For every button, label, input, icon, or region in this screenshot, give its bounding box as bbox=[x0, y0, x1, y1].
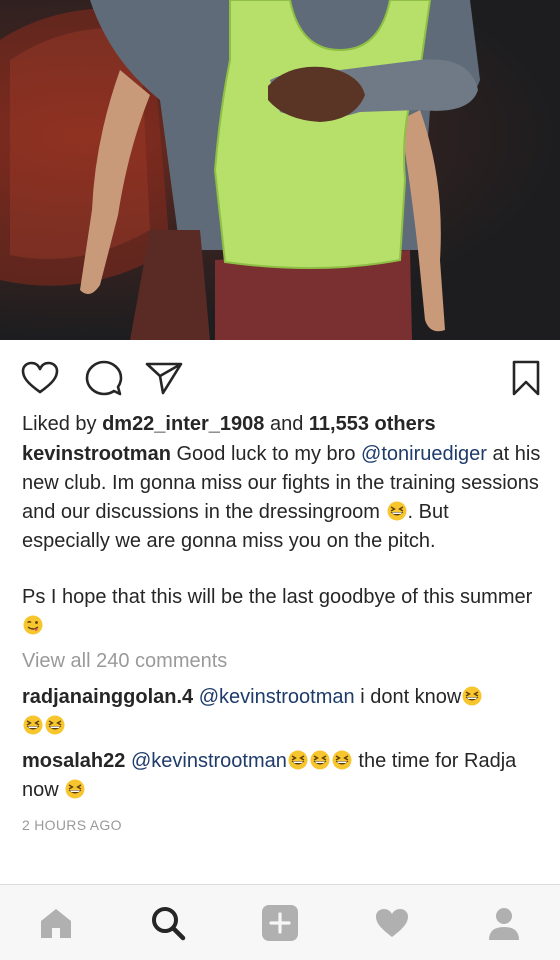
nav-search-button[interactable] bbox=[146, 903, 190, 943]
grinning-squinting-face-emoji bbox=[65, 779, 85, 799]
likes-prefix: Liked by bbox=[22, 413, 103, 435]
bottom-navigation bbox=[0, 884, 560, 960]
grinning-squinting-face-emoji bbox=[23, 715, 43, 735]
comment-button[interactable] bbox=[84, 358, 124, 398]
grinning-squinting-face-emoji bbox=[387, 501, 407, 521]
caption-mention[interactable]: @toniruediger bbox=[361, 443, 487, 465]
share-button[interactable] bbox=[144, 358, 184, 398]
grinning-squinting-face-emoji bbox=[45, 715, 65, 735]
nav-activity-button[interactable] bbox=[370, 903, 414, 943]
grinning-squinting-face-emoji bbox=[462, 686, 482, 706]
likes-conjunction: and bbox=[264, 413, 309, 435]
post-photo-illustration bbox=[0, 0, 480, 340]
winking-tongue-face-emoji bbox=[23, 615, 43, 635]
save-button[interactable] bbox=[506, 358, 546, 398]
comment-item: mosalah22 @kevinstrootman the time for R… bbox=[22, 747, 542, 805]
nav-profile-button[interactable] bbox=[482, 903, 526, 943]
post-details: Liked by dm22_inter_1908 and 11,553 othe… bbox=[22, 410, 542, 840]
comment-username[interactable]: mosalah22 bbox=[22, 750, 125, 772]
comment-text: i dont know bbox=[354, 686, 462, 708]
nav-add-post-button[interactable] bbox=[258, 903, 302, 943]
comment-bubble-icon bbox=[85, 360, 123, 396]
caption-text: Good luck to my bro bbox=[170, 443, 362, 465]
comment-mention[interactable]: @kevinstrootman bbox=[131, 750, 287, 772]
post-photo[interactable] bbox=[0, 0, 560, 340]
search-icon bbox=[152, 907, 186, 941]
caption-username[interactable]: kevinstrootman bbox=[22, 443, 171, 465]
view-all-comments-link[interactable]: View all 240 comments bbox=[22, 647, 542, 677]
comment-username[interactable]: radjanainggolan.4 bbox=[22, 686, 193, 708]
home-icon bbox=[41, 909, 71, 938]
comment-mention[interactable]: @kevinstrootman bbox=[199, 686, 355, 708]
likes-count[interactable]: 11,553 others bbox=[309, 413, 436, 435]
grinning-squinting-face-emoji bbox=[310, 750, 330, 770]
liked-by-username[interactable]: dm22_inter_1908 bbox=[102, 413, 264, 435]
add-post-icon bbox=[262, 905, 298, 941]
like-button[interactable] bbox=[20, 358, 60, 398]
post-caption: kevinstrootman Good luck to my bro @toni… bbox=[22, 440, 542, 641]
post-action-bar bbox=[0, 352, 560, 404]
paper-plane-icon bbox=[145, 362, 183, 395]
bookmark-icon bbox=[512, 360, 540, 396]
heart-outline-icon bbox=[21, 361, 59, 394]
caption-paragraph-gap bbox=[22, 556, 542, 583]
grinning-squinting-face-emoji bbox=[332, 750, 352, 770]
likes-line[interactable]: Liked by dm22_inter_1908 and 11,553 othe… bbox=[22, 410, 542, 439]
post-timestamp: 2 HOURS AGO bbox=[22, 817, 122, 833]
profile-icon bbox=[489, 908, 519, 940]
activity-heart-icon bbox=[376, 909, 408, 937]
grinning-squinting-face-emoji bbox=[288, 750, 308, 770]
nav-home-button[interactable] bbox=[34, 903, 78, 943]
comment-item: radjanainggolan.4 @kevinstrootman i dont… bbox=[22, 683, 542, 741]
caption-text: Ps I hope that this will be the last goo… bbox=[22, 586, 533, 608]
